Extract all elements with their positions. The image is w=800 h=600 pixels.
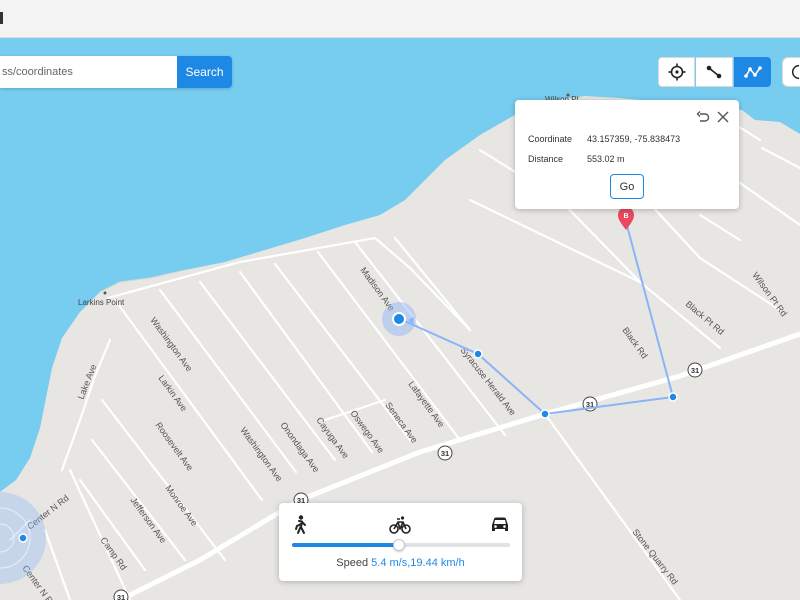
accuracy-center-dot (18, 533, 28, 543)
route-shield: 31 (113, 589, 129, 600)
speed-label: Speed (336, 557, 369, 569)
multi-spot-route-button[interactable] (734, 57, 771, 87)
two-spot-route-button[interactable] (696, 57, 733, 87)
joystick-icon (791, 64, 800, 80)
close-icon[interactable] (716, 110, 730, 124)
car-icon[interactable] (489, 514, 511, 536)
search-input[interactable] (0, 56, 177, 88)
two-point-route-icon (706, 65, 722, 79)
crosshair-icon (668, 63, 685, 81)
current-location-marker (392, 312, 406, 326)
search-bar: Search (0, 56, 232, 88)
svg-text:31: 31 (441, 449, 449, 458)
route-waypoint (540, 409, 550, 419)
bicycle-icon[interactable] (389, 514, 411, 536)
teleport-button[interactable] (658, 57, 695, 87)
search-button[interactable]: Search (177, 56, 232, 88)
speed-slider-thumb[interactable] (392, 539, 405, 551)
joystick-button[interactable] (782, 57, 800, 87)
speed-value: 5.4 m/s,19.44 km/h (371, 557, 465, 569)
speed-panel: Speed 5.4 m/s,19.44 km/h (279, 503, 522, 581)
route-waypoint (473, 349, 483, 359)
go-button[interactable]: Go (610, 174, 644, 199)
speed-slider-fill (292, 543, 399, 547)
distance-value: 553.02 m (587, 154, 625, 164)
coordinate-value: 43.157359, -75.838473 (587, 134, 681, 144)
undo-icon[interactable] (696, 110, 710, 124)
distance-label: Distance (528, 154, 564, 164)
larkins-point-dot (103, 291, 107, 295)
svg-text:31: 31 (691, 366, 699, 375)
location-popup: Coordinate 43.157359, -75.838473 Distanc… (515, 100, 739, 209)
svg-text:31: 31 (117, 593, 125, 600)
coordinate-row: Coordinate 43.157359, -75.838473 (528, 134, 680, 144)
coordinate-label: Coordinate (528, 134, 573, 144)
route-waypoint (668, 392, 678, 402)
route-shield: 31 (437, 445, 453, 461)
browser-titlebar (0, 0, 800, 38)
speed-readout: Speed 5.4 m/s,19.44 km/h (279, 557, 522, 569)
walk-icon[interactable] (289, 514, 311, 536)
distance-row: Distance 553.02 m (528, 154, 625, 164)
route-shield: 31 (687, 362, 703, 378)
titlebar-edge (0, 12, 3, 24)
place-label-larkins-point: Larkins Point (78, 298, 125, 307)
speed-slider[interactable] (292, 539, 510, 551)
svg-text:B: B (623, 213, 628, 220)
multi-point-route-icon (743, 66, 762, 78)
